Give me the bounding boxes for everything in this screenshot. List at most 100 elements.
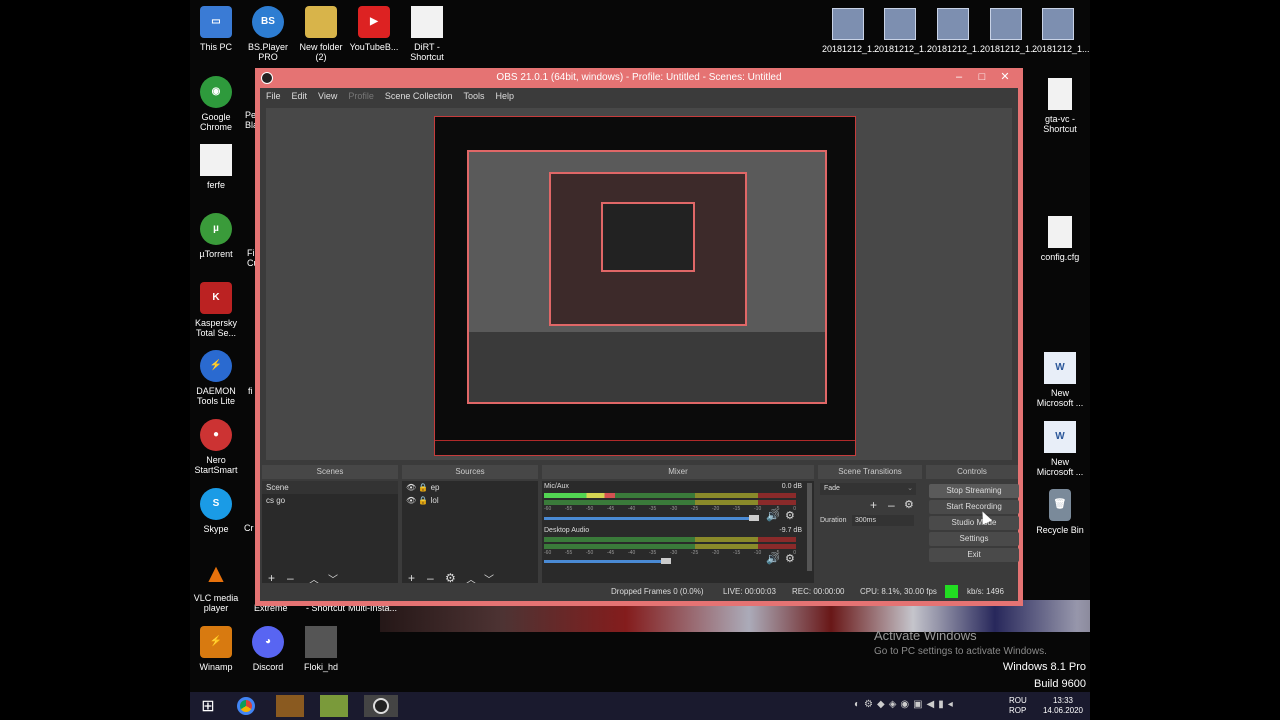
desktop-icon-nero[interactable]: ● Nero StartSmart bbox=[190, 419, 244, 475]
stream-status-indicator bbox=[945, 585, 958, 598]
source-item[interactable]: 👁 🔒 ep bbox=[402, 481, 538, 494]
scene-item[interactable]: cs go bbox=[262, 494, 398, 507]
activate-windows-subtitle: Go to PC settings to activate Windows. bbox=[874, 646, 1047, 657]
menu-profile[interactable]: Profile bbox=[348, 91, 374, 101]
eye-icon[interactable]: 👁 bbox=[406, 496, 416, 505]
desktop-icon-ferfe[interactable]: ferfe bbox=[190, 144, 244, 190]
desktop-icon-youtube[interactable]: ▶ YouTubeB... bbox=[346, 6, 402, 52]
eye-icon[interactable]: 👁 bbox=[406, 483, 416, 492]
desktop-icon-floki[interactable]: Floki_hd bbox=[293, 626, 349, 672]
controls-header: Controls bbox=[926, 465, 1018, 479]
mic-settings-gear-icon[interactable]: ⚙ bbox=[785, 509, 795, 522]
duration-spinbox[interactable]: 300ms bbox=[852, 515, 914, 526]
mixer-scrollbar[interactable] bbox=[807, 483, 812, 571]
mic-aux-volume-knob[interactable] bbox=[749, 515, 759, 521]
desktop-icon-kaspersky[interactable]: K Kaspersky Total Se... bbox=[190, 282, 244, 338]
desktop-audio-meter bbox=[544, 537, 796, 542]
cpu-fps: CPU: 8.1%, 30.00 fps bbox=[860, 587, 937, 596]
lock-icon[interactable]: 🔒 bbox=[418, 483, 428, 492]
desktop-icon-this-pc[interactable]: ▭ This PC bbox=[190, 6, 244, 52]
taskbar: ⊞ ◐⚙◆◈◉▣◀▮◂ ROU ROP 13:33 14.06.2020 bbox=[190, 692, 1090, 720]
obs-titlebar[interactable]: OBS 21.0.1 (64bit, windows) - Profile: U… bbox=[255, 68, 1023, 88]
desktop-icon-new-folder[interactable]: New folder (2) bbox=[293, 6, 349, 62]
desktop-icon-config[interactable]: config.cfg bbox=[1032, 216, 1088, 262]
clock[interactable]: 13:33 14.06.2020 bbox=[1040, 696, 1086, 716]
desktop-icon-word-doc[interactable]: W New Microsoft ... bbox=[1032, 421, 1088, 477]
system-tray-icons[interactable]: ◐⚙◆◈◉▣◀▮◂ bbox=[854, 700, 957, 710]
desktop-thumbnail[interactable]: 20181212_1... bbox=[980, 8, 1038, 54]
live-timer: LIVE: 00:00:03 bbox=[723, 587, 776, 596]
desktop-audio-volume-slider[interactable] bbox=[544, 560, 666, 563]
exit-button[interactable]: Exit bbox=[929, 548, 1019, 562]
rec-timer: REC: 00:00:00 bbox=[792, 587, 845, 596]
dropped-frames: Dropped Frames 0 (0.0%) bbox=[611, 587, 704, 596]
desktop-audio-meter bbox=[544, 544, 796, 549]
transition-select[interactable]: Fade ⌄ bbox=[820, 483, 916, 495]
desktop-thumbnail[interactable]: 20181212_1... bbox=[874, 8, 932, 54]
add-transition-icon[interactable]: + bbox=[870, 498, 877, 512]
close-button[interactable]: ✕ bbox=[995, 68, 1015, 86]
minecraft-icon[interactable] bbox=[320, 695, 348, 717]
image-thumbnail-icon bbox=[884, 8, 916, 40]
window-title: OBS 21.0.1 (64bit, windows) - Profile: U… bbox=[496, 72, 782, 83]
image-thumbnail-icon bbox=[990, 8, 1022, 40]
obs-icon[interactable] bbox=[364, 695, 398, 717]
mic-aux-meter bbox=[544, 500, 796, 505]
desktop-icon-discord[interactable]: ◕ Discord bbox=[240, 626, 296, 672]
start-recording-button[interactable]: Start Recording bbox=[929, 500, 1019, 514]
stop-streaming-button[interactable]: Stop Streaming bbox=[929, 484, 1019, 498]
desktop-icon-daemon-tools[interactable]: ⚡ DAEMON Tools Lite bbox=[190, 350, 244, 406]
menu-edit[interactable]: Edit bbox=[292, 91, 308, 101]
desktop-icon-utorrent[interactable]: µ µTorrent bbox=[190, 213, 244, 259]
menu-tools[interactable]: Tools bbox=[463, 91, 484, 101]
windows-start-icon[interactable]: ⊞ bbox=[194, 695, 222, 717]
desktop-speaker-icon[interactable]: 🔊 bbox=[766, 552, 780, 565]
utorrent-icon: µ bbox=[200, 213, 232, 245]
preview-canvas[interactable] bbox=[434, 116, 856, 456]
scenes-header: Scenes bbox=[262, 465, 398, 479]
cs-go-icon[interactable] bbox=[276, 695, 304, 717]
minimize-button[interactable]: – bbox=[949, 68, 969, 86]
language-indicator[interactable]: ROU ROP bbox=[1009, 696, 1027, 716]
lock-icon[interactable]: 🔒 bbox=[418, 496, 428, 505]
mic-aux-db: 0.0 dB bbox=[781, 483, 802, 490]
desktop-icon-gta-vc[interactable]: gta-vc - Shortcut bbox=[1032, 78, 1088, 134]
desktop-icon-word-doc[interactable]: W New Microsoft ... bbox=[1032, 352, 1088, 408]
desktop-thumbnail[interactable]: 20181212_1... bbox=[822, 8, 880, 54]
desktop-thumbnail[interactable]: 20181212_1... bbox=[927, 8, 985, 54]
scene-item[interactable]: Scene bbox=[262, 481, 398, 494]
desktop-settings-gear-icon[interactable]: ⚙ bbox=[785, 552, 795, 565]
windows-edition: Windows 8.1 Pro bbox=[1002, 661, 1086, 673]
menu-file[interactable]: File bbox=[266, 91, 281, 101]
menu-help[interactable]: Help bbox=[495, 91, 514, 101]
desktop-icon-winamp[interactable]: ⚡ Winamp bbox=[190, 626, 244, 672]
desktop-icon-chrome[interactable]: ◉ Google Chrome bbox=[190, 76, 244, 132]
recursive-preview-window-inner bbox=[549, 172, 747, 326]
image-thumbnail-icon bbox=[1042, 8, 1074, 40]
menu-scene-collection[interactable]: Scene Collection bbox=[385, 91, 453, 101]
desktop-audio-volume-knob[interactable] bbox=[660, 558, 671, 564]
mic-aux-volume-slider[interactable] bbox=[544, 517, 754, 520]
mic-aux-meter-level bbox=[544, 493, 615, 498]
transition-settings-gear-icon[interactable]: ⚙ bbox=[904, 498, 914, 511]
activate-windows-title: Activate Windows bbox=[874, 628, 977, 643]
maximize-button[interactable]: □ bbox=[972, 68, 992, 86]
desktop-icon-vlc[interactable]: ▲ VLC media player bbox=[190, 557, 244, 613]
sources-list: 👁 🔒 ep 👁 🔒 lol + – ⚙ ︿ ﹀ bbox=[402, 481, 538, 599]
chevron-down-icon: ⌄ bbox=[907, 485, 913, 492]
mic-aux-scale: -60 -55 -50 -45 -40 -35 -30 -25 -20 -15 -10 -5 0 bbox=[544, 506, 796, 512]
studio-mode-button[interactable]: Studio Mode bbox=[929, 516, 1019, 530]
desktop-thumbnail[interactable]: 20181212_1... bbox=[1032, 8, 1090, 54]
youtube-icon: ▶ bbox=[358, 6, 390, 38]
mic-speaker-icon[interactable]: 🔊 bbox=[766, 509, 780, 522]
remove-transition-icon[interactable]: – bbox=[888, 498, 895, 512]
desktop-icon-bsplayer[interactable]: BS BS.Player PRO bbox=[240, 6, 296, 62]
menu-view[interactable]: View bbox=[318, 91, 337, 101]
settings-button[interactable]: Settings bbox=[929, 532, 1019, 546]
desktop-icon-dirt[interactable]: DiRT - Shortcut bbox=[399, 6, 455, 62]
source-item[interactable]: 👁 🔒 lol bbox=[402, 494, 538, 507]
duration-label: Duration bbox=[820, 517, 847, 524]
chrome-icon[interactable] bbox=[232, 695, 260, 717]
desktop-icon-recycle-bin[interactable]: 🗑 Recycle Bin bbox=[1032, 489, 1088, 535]
desktop-icon-skype[interactable]: S Skype bbox=[190, 488, 244, 534]
